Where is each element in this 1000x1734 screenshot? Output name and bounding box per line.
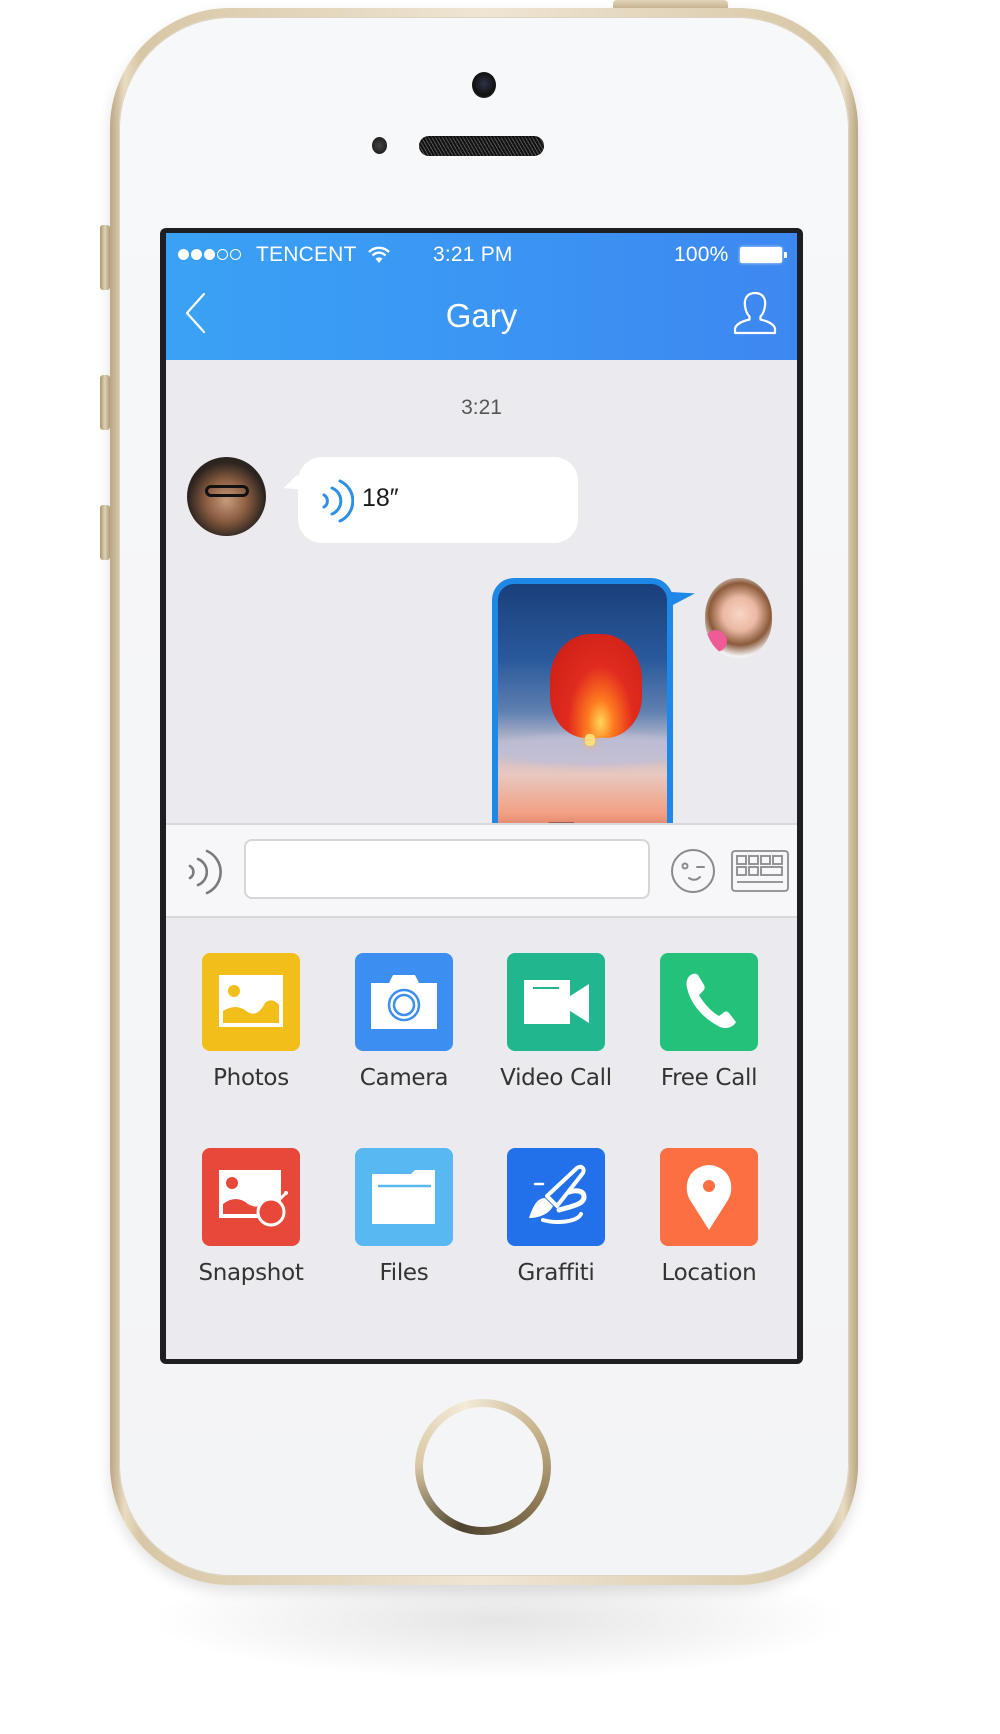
app-icon-files (355, 1148, 453, 1246)
volume-down-button (100, 505, 110, 560)
app-label: Location (661, 1260, 757, 1286)
proximity-sensor (372, 137, 387, 154)
profile-button[interactable] (732, 290, 778, 336)
wifi-icon (368, 246, 390, 263)
app-icon-video-call (507, 953, 605, 1051)
avatar-glasses (205, 485, 249, 497)
image-message-bubble[interactable] (492, 578, 673, 823)
app-icon-graffiti (507, 1148, 605, 1246)
app-photos[interactable]: Photos (182, 953, 322, 1113)
image-bubble-tail (671, 592, 695, 606)
front-camera (472, 72, 496, 98)
signal-dot (204, 249, 215, 260)
image-cloud (498, 734, 667, 766)
photo-icon (219, 975, 283, 1027)
chat-history[interactable]: 3:21 18″ (166, 360, 797, 823)
app-free-call[interactable]: Free Call (640, 953, 780, 1113)
app-icon-camera (355, 953, 453, 1051)
chat-title: Gary (445, 297, 518, 334)
keyboard-button[interactable] (731, 850, 789, 892)
avatar-gary[interactable] (187, 457, 266, 536)
signal-strength-icon (178, 249, 241, 260)
voice-wave-icon (188, 849, 222, 895)
app-video-call[interactable]: Video Call (487, 953, 627, 1113)
volume-up-button (100, 375, 110, 430)
chat-timestamp: 3:21 (461, 396, 502, 419)
app-icon-snapshot (202, 1148, 300, 1246)
phone-screen: TENCENT 3:21 PM 100% Gary 3:21 18″ Photo… (166, 233, 797, 1359)
app-snapshot[interactable]: Snapshot (182, 1148, 322, 1308)
image-lantern-flame (585, 734, 595, 746)
app-label: Graffiti (517, 1260, 595, 1286)
voice-wave-icon (322, 479, 354, 523)
app-icon-photos (202, 953, 300, 1051)
mute-switch (100, 225, 110, 290)
app-label: Free Call (660, 1065, 758, 1091)
signal-dot (178, 249, 189, 260)
video-camera-icon (524, 980, 589, 1024)
app-files[interactable]: Files (335, 1148, 475, 1308)
app-label: Files (379, 1260, 429, 1286)
app-icon-location (660, 1148, 758, 1246)
signal-dot (191, 249, 202, 260)
top-bar: TENCENT 3:21 PM 100% Gary (166, 233, 797, 360)
avatar-shirt (705, 630, 727, 652)
camera-icon (371, 975, 437, 1029)
avatar-me[interactable] (705, 578, 772, 658)
image-skyline (498, 819, 667, 823)
signal-dot (217, 249, 228, 260)
signal-dot (230, 249, 241, 260)
earpiece-speaker (419, 136, 544, 156)
app-label: Snapshot (198, 1260, 304, 1286)
location-pin-icon (686, 1165, 732, 1230)
user-profile-icon (733, 291, 777, 335)
keyboard-icon (731, 850, 789, 892)
app-label: Camera (359, 1065, 449, 1091)
phone-icon (686, 973, 736, 1029)
carrier-name: TENCENT (256, 243, 357, 266)
app-label: Video Call (500, 1065, 612, 1091)
snapshot-bomb-icon (219, 1170, 288, 1227)
image-sky-lantern (550, 634, 642, 738)
app-graffiti[interactable]: Graffiti (487, 1148, 627, 1308)
home-button-face[interactable] (423, 1407, 543, 1527)
status-bar: TENCENT 3:21 PM 100% (166, 243, 797, 267)
folder-icon (372, 1170, 435, 1224)
voice-message-bubble[interactable]: 18″ (298, 457, 578, 543)
message-input-bar (166, 823, 797, 918)
emoji-wink-icon (671, 849, 715, 893)
message-input[interactable] (244, 839, 650, 899)
app-location[interactable]: Location (640, 1148, 780, 1308)
battery-percentage: 100% (674, 243, 729, 266)
app-icon-free-call (660, 953, 758, 1051)
app-camera[interactable]: Camera (335, 953, 475, 1113)
voice-duration: 18″ (362, 484, 399, 512)
emoji-button[interactable] (669, 847, 717, 895)
home-button[interactable] (415, 1399, 551, 1535)
app-label: Photos (213, 1065, 289, 1091)
battery-icon (740, 247, 787, 263)
attachment-panel: Photos Camera Video Call Free Call Snaps… (166, 918, 797, 1359)
status-time: 3:21 PM (433, 243, 513, 266)
voice-input-button[interactable] (186, 847, 222, 897)
paintbrush-icon (529, 1164, 587, 1224)
